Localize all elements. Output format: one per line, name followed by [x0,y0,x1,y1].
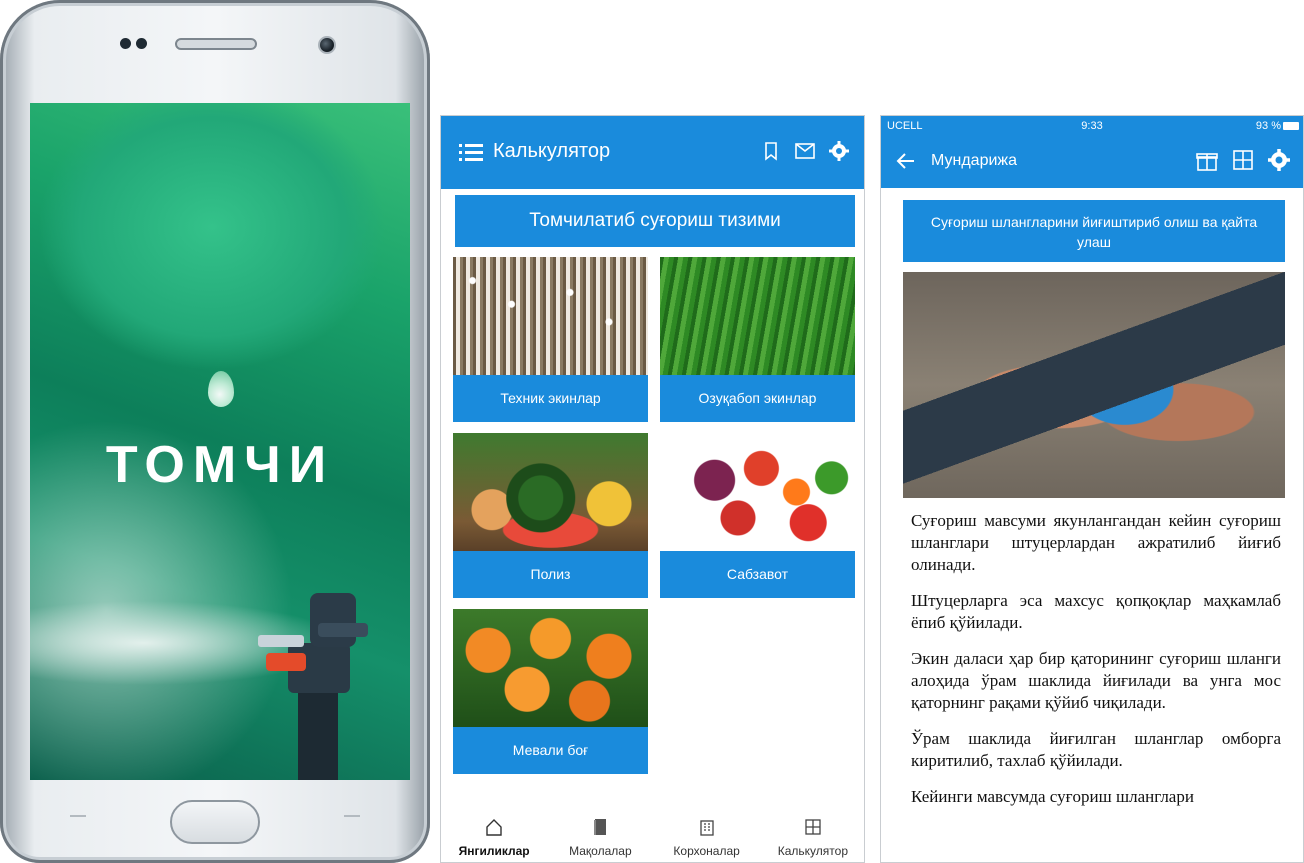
article-screen: UCELL 9:33 93 % Мундарижа Суғориш шлангл… [880,115,1304,863]
article-paragraph: Экин даласи ҳар бир қаторининг суғориш ш… [911,649,1281,712]
category-label: Мевали боғ [453,727,648,774]
cotton-field-image [453,257,648,375]
section-banner[interactable]: Томчилатиб суғориш тизими [455,195,855,247]
back-arrow-icon[interactable] [895,150,917,172]
front-camera [318,36,336,54]
nav-label: Калькулятор [777,844,848,858]
fruit-tree-image [453,609,648,727]
category-label: Сабзавот [660,551,855,598]
home-icon [486,819,502,836]
category-card-melons[interactable]: Полиз [453,433,648,598]
category-card-orchard[interactable]: Мевали боғ [453,609,648,774]
app-bar: Калькулятор [441,116,864,189]
battery-icon [1283,122,1299,130]
gear-icon[interactable] [1267,148,1291,172]
article-title-banner: Суғориш шлангларини йиғиштириб олиш ва қ… [903,200,1285,262]
calculator-icon[interactable] [1231,148,1255,172]
category-card-vegetables[interactable]: Сабзавот [660,433,855,598]
hose-connection-image [903,272,1285,498]
category-card-fodder[interactable]: Озуқабоп экинлар [660,257,855,422]
status-time: 9:33 [1081,120,1103,132]
sensor-dot [120,38,131,49]
status-bar: UCELL 9:33 93 % [881,116,1303,138]
book-icon [594,819,607,835]
bookmark-icon[interactable] [760,140,782,162]
nav-label: Корхоналар [673,844,740,858]
screen-title: Мундарижа [931,152,1018,169]
sprinkler-graphic [258,593,368,780]
category-label: Озуқабоп экинлар [660,375,855,422]
gear-icon[interactable] [828,140,850,162]
bottom-navigation: Янгиликлар Мақолалар Корхоналар Калькуля… [441,812,864,862]
hamburger-menu-icon[interactable] [459,141,483,163]
screen-title: Калькулятор [493,140,611,162]
nav-item-companies[interactable]: Корхоналар [654,812,760,862]
nav-label: Мақолалар [569,844,632,858]
calculator-icon [805,819,821,835]
category-label: Полиз [453,551,648,598]
phone-mockup: ТОМЧИ [0,0,430,863]
battery-percent: 93 % [1255,120,1281,132]
melons-image [453,433,648,551]
hardware-key [70,815,86,817]
splash-screen: ТОМЧИ [30,103,410,780]
home-button[interactable] [170,800,260,844]
article-paragraph: Штуцерларга эса махсус қопқоқлар маҳкамл… [911,591,1281,632]
vegetables-image [660,433,855,551]
mail-icon[interactable] [794,140,816,162]
app-bar: Мундарижа [881,138,1303,188]
hardware-key [344,815,360,817]
nav-item-calculator[interactable]: Калькулятор [760,812,864,862]
calculator-screen: Калькулятор Томчилатиб суғориш тизими Те… [440,115,865,863]
water-drop-icon [208,371,234,407]
category-label: Техник экинлар [453,375,648,422]
gift-icon[interactable] [1195,148,1219,172]
nav-label: Янгиликлар [458,844,530,858]
article-paragraph: Суғориш мавсуми якунлангандан кейин суғо… [911,511,1281,574]
brand-logo-text: ТОМЧИ [105,436,335,494]
sensor-dot [136,38,147,49]
article-paragraph: Кейинги мавсумда суғориш шланглари [911,787,1194,806]
category-card-technical[interactable]: Техник экинлар [453,257,648,422]
earpiece-speaker [175,38,257,50]
article-body: Суғориш мавсуми якунлангандан кейин суғо… [911,510,1281,822]
corn-field-image [660,257,855,375]
building-icon [699,820,714,836]
nav-item-news[interactable]: Янгиликлар [441,812,547,862]
nav-item-articles[interactable]: Мақолалар [547,812,653,862]
article-paragraph: Ўрам шаклида йиғилган шланглар омборга к… [911,729,1281,770]
